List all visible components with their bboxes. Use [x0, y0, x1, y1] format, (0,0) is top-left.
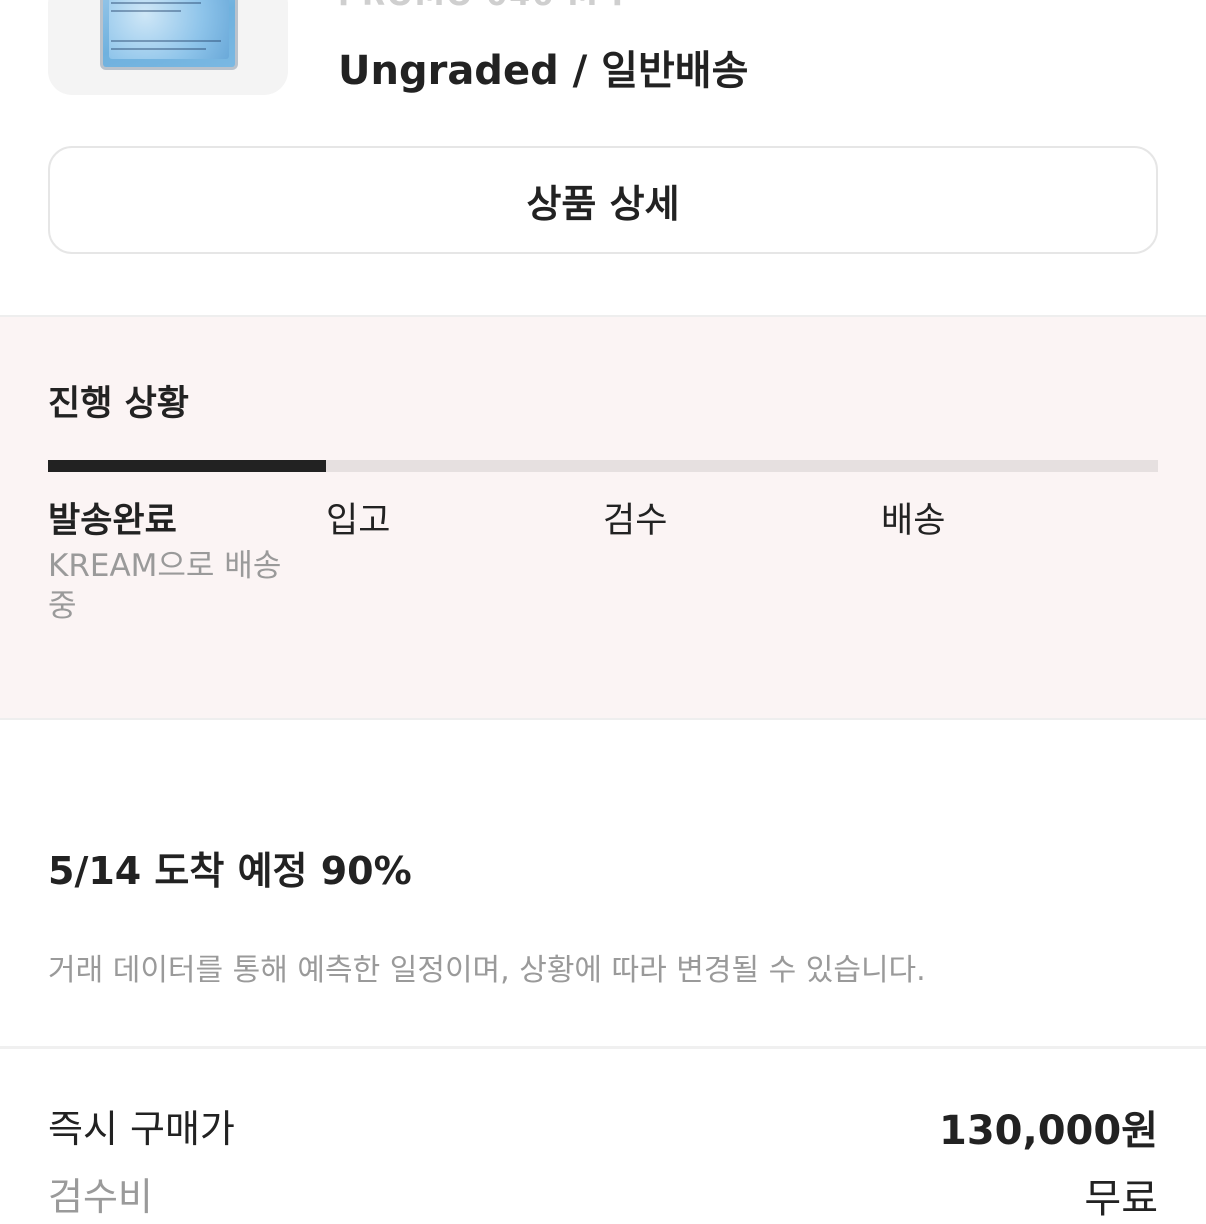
instant-buy-label: 즉시 구매가: [48, 1107, 235, 1151]
step-received: 입고: [326, 501, 391, 541]
trading-card-image: [100, 0, 238, 70]
product-code: PROMO 046 M P: [338, 0, 636, 13]
product-thumbnail[interactable]: [48, 0, 288, 95]
divider: [0, 1046, 1206, 1049]
step-shipped-status: KREAM으로 배송 중: [48, 548, 282, 624]
step-delivery: 배송: [881, 501, 946, 541]
inspection-fee-value: 무료: [1084, 1176, 1158, 1222]
eta-title: 5/14 도착 예정 90%: [48, 849, 412, 893]
instant-buy-price: 130,000원: [939, 1108, 1158, 1154]
step-shipped: 발송완료: [48, 501, 177, 541]
progress-bar-fill: [48, 460, 326, 472]
product-detail-button[interactable]: 상품 상세: [48, 146, 1158, 254]
grade-shipping-label: Ungraded / 일반배송: [338, 48, 749, 94]
inspection-fee-label: 검수비: [48, 1175, 153, 1219]
step-inspection: 검수: [603, 501, 668, 541]
progress-bar: [48, 460, 1158, 472]
progress-title: 진행 상황: [48, 384, 189, 424]
eta-note: 거래 데이터를 통해 예측한 일정이며, 상황에 따라 변경될 수 있습니다.: [48, 953, 926, 988]
